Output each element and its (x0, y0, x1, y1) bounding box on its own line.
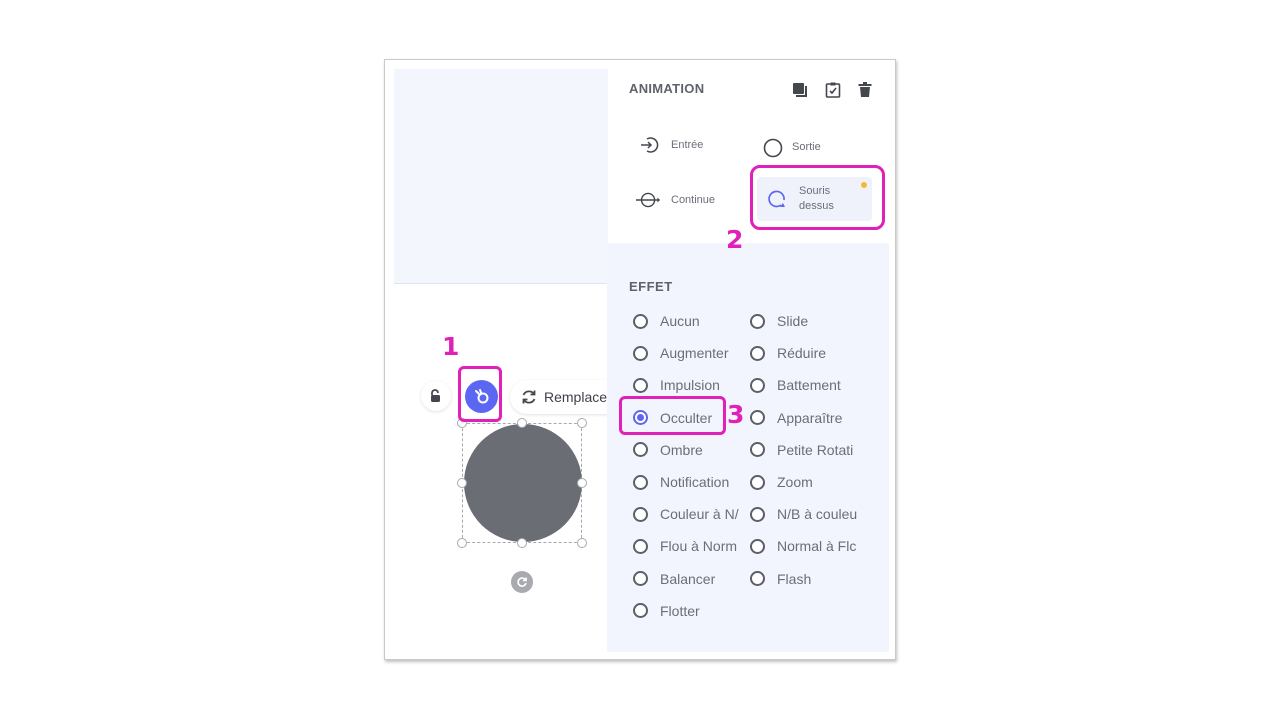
effect-label: Aucun (660, 313, 700, 329)
resize-handle-top-right[interactable] (577, 418, 587, 428)
editor-window: Remplace ANIMATION Entrée Sortie Continu… (384, 59, 896, 660)
effect-option[interactable]: N/B à couleu (750, 506, 862, 522)
effect-section: EFFET Aucun Augmenter Impulsion Occulter Omb… (607, 243, 889, 652)
annotation-box-1 (458, 366, 502, 422)
effect-label: Balancer (660, 570, 716, 587)
effect-option[interactable]: Couleur à N/ (633, 506, 745, 522)
effect-label: Impulsion (660, 377, 720, 394)
effect-label: Normal à Flc (777, 538, 857, 555)
radio-button[interactable] (750, 474, 765, 490)
refresh-icon (522, 390, 536, 404)
radio-button[interactable] (633, 442, 648, 458)
effect-option[interactable]: Ombre (633, 442, 745, 458)
effect-option[interactable]: Impulsion (633, 377, 745, 393)
effect-label: Battement (777, 377, 841, 394)
radio-button[interactable] (633, 474, 648, 490)
effect-label: N/B à couleu (777, 506, 858, 523)
effect-label: Notification (660, 474, 730, 490)
effect-option[interactable]: Flotter (633, 603, 745, 619)
effect-title: EFFET (629, 279, 673, 294)
effect-label: Zoom (777, 474, 813, 490)
annotation-number-1: 1 (442, 332, 460, 361)
annotation-number-2: 2 (726, 225, 744, 254)
trigger-label: Continue (671, 194, 716, 206)
radio-button[interactable] (750, 571, 765, 587)
effect-option[interactable]: Flou à Norm (633, 538, 745, 554)
continuous-icon (635, 188, 663, 212)
effect-option[interactable]: Flash (750, 571, 862, 587)
radio-button[interactable] (633, 313, 648, 329)
annotation-box-2 (750, 165, 885, 230)
replace-button[interactable]: Remplace (510, 380, 610, 414)
effect-label: Flash (777, 570, 812, 587)
effect-option[interactable]: Aucun (633, 313, 745, 329)
lock-button[interactable] (421, 381, 451, 411)
rotate-icon (517, 577, 527, 587)
effect-option[interactable]: Normal à Flc (750, 538, 862, 554)
effect-option[interactable]: Réduire (750, 345, 862, 361)
radio-button[interactable] (750, 538, 765, 554)
animation-title: ANIMATION (629, 81, 705, 96)
trigger-continue[interactable]: Continue (635, 188, 715, 212)
effect-label: Augmenter (660, 345, 729, 362)
effect-option[interactable]: Notification (633, 474, 745, 490)
radio-button[interactable] (633, 377, 648, 393)
radio-button[interactable] (633, 345, 648, 361)
resize-handle-bottom[interactable] (517, 538, 527, 548)
exit-circle-icon (762, 135, 784, 159)
annotation-number-3: 3 (727, 400, 745, 429)
paste-button[interactable] (823, 80, 843, 100)
effect-label: Réduire (777, 345, 827, 362)
rotate-handle[interactable] (511, 571, 533, 593)
resize-handle-bottom-left[interactable] (457, 538, 467, 548)
trigger-entree[interactable]: Entrée (635, 133, 703, 157)
radio-button[interactable] (633, 571, 648, 587)
effect-option[interactable]: Apparaître (750, 410, 862, 426)
replace-label: Remplace (544, 389, 608, 405)
radio-button[interactable] (750, 377, 765, 393)
effect-label: Slide (777, 313, 809, 329)
effect-option[interactable]: Battement (750, 377, 862, 393)
effect-label: Petite Rotati (777, 441, 854, 458)
resize-handle-top[interactable] (517, 418, 527, 428)
effect-label: Apparaître (777, 409, 843, 426)
resize-handle-right[interactable] (577, 478, 587, 488)
effect-option[interactable]: Slide (750, 313, 862, 329)
radio-button[interactable] (750, 506, 765, 522)
enter-icon (635, 133, 663, 157)
duplicate-icon (793, 83, 807, 97)
trash-icon (858, 82, 872, 97)
radio-button[interactable] (750, 442, 765, 458)
resize-handle-left[interactable] (457, 478, 467, 488)
unlock-hand-icon (431, 389, 440, 402)
trigger-label: Sortie (792, 141, 821, 153)
duplicate-button[interactable] (790, 80, 810, 100)
effect-label: Flou à Norm (660, 538, 738, 555)
paste-icon (825, 82, 841, 98)
effect-label: Flotter (660, 602, 700, 619)
canvas-preview-area (394, 69, 608, 284)
effect-option[interactable]: Balancer (633, 571, 745, 587)
annotation-box-3 (619, 396, 726, 435)
radio-button[interactable] (750, 313, 765, 329)
trigger-sortie[interactable]: Sortie (762, 135, 821, 159)
radio-button[interactable] (750, 345, 765, 361)
effect-option[interactable]: Augmenter (633, 345, 745, 361)
radio-button[interactable] (750, 410, 765, 426)
trigger-label: Entrée (671, 139, 704, 151)
effect-label: Couleur à N/ (660, 506, 739, 523)
radio-button[interactable] (633, 538, 648, 554)
effect-label: Ombre (660, 441, 703, 458)
effect-option[interactable]: Petite Rotati (750, 442, 862, 458)
radio-button[interactable] (633, 506, 648, 522)
resize-handle-bottom-right[interactable] (577, 538, 587, 548)
effect-option[interactable]: Zoom (750, 474, 862, 490)
delete-button[interactable] (855, 80, 875, 100)
radio-button[interactable] (633, 603, 648, 619)
circle-shape[interactable] (464, 424, 582, 542)
animation-panel: ANIMATION Entrée Sortie Continue Souris … (607, 60, 889, 652)
